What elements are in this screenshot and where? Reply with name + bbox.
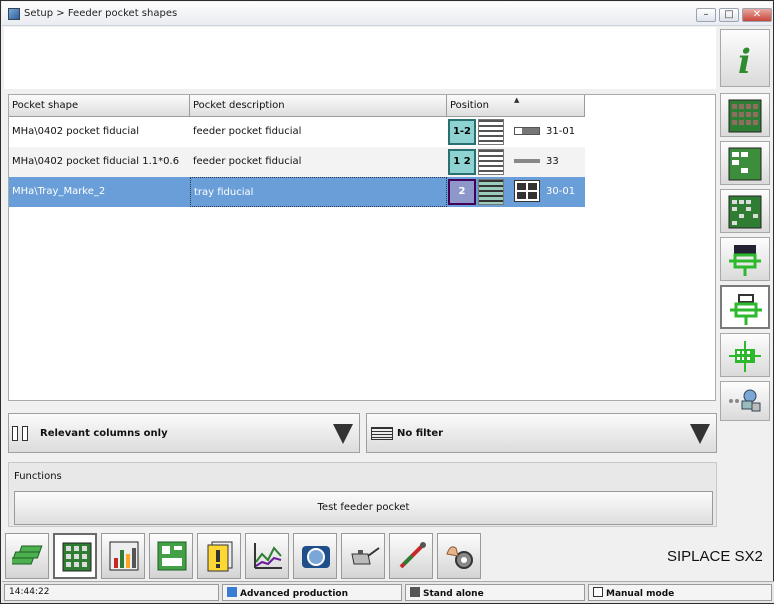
bar-chart-icon — [109, 541, 139, 571]
component-grid-icon — [728, 99, 762, 133]
minimize-button[interactable]: – — [696, 8, 716, 22]
tray-button[interactable] — [720, 333, 770, 377]
tools-icon — [399, 542, 426, 569]
cell-position: 1-2 31-01 — [447, 117, 585, 147]
status-station: Stand alone — [405, 584, 585, 601]
oil-can-icon — [351, 547, 380, 565]
column-header-shape[interactable]: Pocket shape — [9, 95, 190, 117]
feeder-stack-icon — [478, 149, 504, 175]
oil-can-button[interactable] — [341, 533, 385, 579]
functions-panel: Functions Test feeder pocket — [8, 462, 717, 527]
dropdown-arrow-icon — [690, 424, 710, 444]
status-time: 14:44:22 — [4, 584, 219, 601]
header-area — [4, 27, 716, 89]
stack-icon — [12, 545, 43, 565]
stack-button[interactable] — [5, 533, 49, 579]
board-button[interactable] — [149, 533, 193, 579]
bar-chart-button[interactable] — [101, 533, 145, 579]
cell-shape: MHa\Tray_Marke_2 — [12, 186, 106, 197]
component-matrix-icon — [728, 195, 762, 229]
position-badge: 1-2 — [448, 119, 476, 145]
cell-description: feeder pocket fiducial — [193, 126, 302, 137]
tray-icon — [729, 341, 761, 372]
status-station-label: Stand alone — [423, 589, 484, 599]
component-list-icon — [728, 147, 762, 181]
alert-icon — [207, 541, 233, 572]
status-production: Advanced production — [222, 584, 402, 601]
cell-position: 1 2 33 — [447, 147, 585, 177]
cell-position: 2 30-01 — [447, 177, 585, 207]
position-badge: 2 — [448, 179, 476, 205]
position-text: 33 — [546, 156, 559, 167]
app-icon — [8, 8, 20, 20]
info-button[interactable]: i — [720, 29, 770, 87]
position-text: 31-01 — [546, 126, 576, 137]
chart-button[interactable] — [245, 533, 289, 579]
table-row[interactable]: MHa\0402 pocket fiducial feeder pocket f… — [9, 117, 585, 147]
functions-header: Functions — [14, 471, 62, 482]
window-title: Setup > Feeder pocket shapes — [24, 8, 178, 19]
column-header-position-label: Position — [450, 100, 489, 111]
cell-description: tray fiducial — [190, 177, 447, 207]
position-badge: 1 2 — [448, 149, 476, 175]
cell-shape: MHa\0402 pocket fiducial — [12, 126, 140, 137]
info-icon: i — [738, 42, 751, 82]
title-bar: Setup > Feeder pocket shapes – □ ✕ — [2, 2, 772, 26]
main-window: Setup > Feeder pocket shapes – □ ✕ Pocke… — [0, 0, 774, 604]
close-button[interactable]: ✕ — [742, 8, 772, 22]
feeder-stack-icon — [478, 119, 504, 145]
network-icon — [729, 389, 761, 412]
filter-dropdown[interactable]: No filter — [366, 413, 717, 453]
tray-grid-icon — [514, 180, 540, 202]
component-list-button[interactable] — [720, 141, 770, 185]
slot-icon — [514, 159, 540, 163]
maximize-button[interactable]: □ — [719, 8, 739, 22]
settings-hand-icon — [446, 546, 473, 569]
test-feeder-pocket-button[interactable]: Test feeder pocket — [14, 491, 713, 525]
component-grid-button[interactable] — [720, 93, 770, 137]
dropdown-arrow-icon — [333, 424, 353, 444]
table-header: Pocket shape Pocket description Position… — [9, 95, 585, 117]
pocket-shapes-table: Pocket shape Pocket description Position… — [8, 94, 716, 401]
alert-button[interactable] — [197, 533, 241, 579]
brand-label: SIPLACE SX2 — [667, 548, 763, 565]
camera-button[interactable] — [293, 533, 337, 579]
feeder-stack-icon — [478, 179, 504, 205]
tools-button[interactable] — [389, 533, 433, 579]
status-manual: Manual mode — [588, 584, 772, 601]
manual-mode-icon — [593, 587, 603, 597]
column-header-description[interactable]: Pocket description — [190, 95, 447, 117]
status-bar: 14:44:22 Advanced production Stand alone… — [2, 581, 774, 603]
slot-icon — [514, 127, 540, 135]
settings-hand-button[interactable] — [437, 533, 481, 579]
grid-button[interactable] — [53, 533, 97, 579]
chart-icon — [254, 543, 282, 569]
filter-dropdown-label: No filter — [397, 428, 444, 439]
feeder-pocket-button[interactable] — [720, 285, 770, 329]
station-icon — [410, 587, 420, 597]
filter-lines-icon — [371, 427, 393, 440]
column-header-position[interactable]: Position ▲ — [447, 95, 585, 117]
status-production-label: Advanced production — [240, 589, 348, 599]
columns-dropdown[interactable]: Relevant columns only — [8, 413, 360, 453]
status-manual-label: Manual mode — [606, 589, 675, 599]
network-button[interactable] — [720, 381, 770, 421]
grid-icon — [62, 542, 92, 572]
board-icon — [157, 541, 187, 571]
table-row[interactable]: MHa\0402 pocket fiducial 1.1*0.6 feeder … — [9, 147, 585, 177]
position-text: 30-01 — [546, 186, 576, 197]
feeder-pocket-icon — [730, 294, 762, 325]
component-matrix-button[interactable] — [720, 189, 770, 233]
feeder-green-button[interactable] — [720, 237, 770, 281]
cell-description: feeder pocket fiducial — [193, 156, 302, 167]
cell-shape: MHa\0402 pocket fiducial 1.1*0.6 — [12, 156, 180, 167]
table-row[interactable]: MHa\Tray_Marke_2 tray fiducial 2 30-01 — [9, 177, 585, 207]
columns-icon — [12, 426, 34, 442]
production-icon — [227, 587, 237, 597]
svg-text:i: i — [738, 42, 751, 82]
camera-icon — [302, 546, 330, 568]
sort-ascending-icon: ▲ — [514, 96, 520, 104]
columns-dropdown-label: Relevant columns only — [40, 428, 168, 439]
feeder-green-icon — [729, 245, 761, 276]
